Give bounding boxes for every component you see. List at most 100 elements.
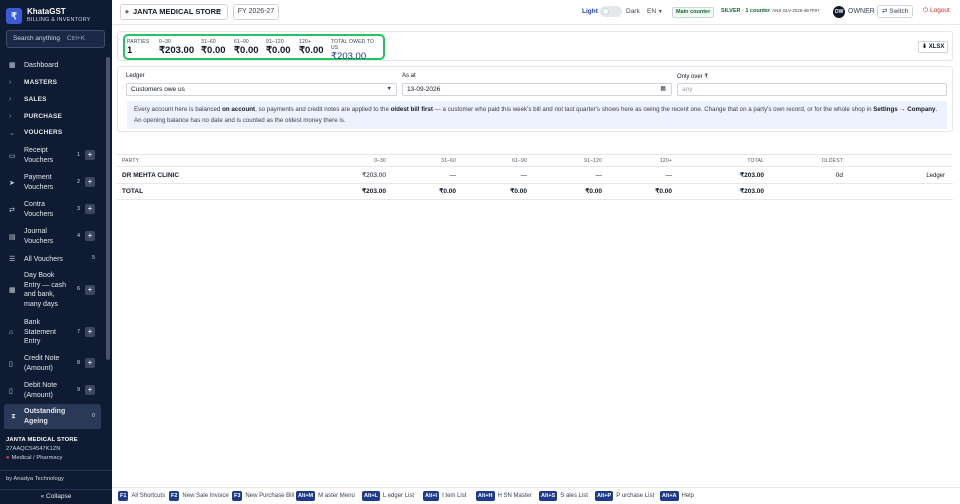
shortcut-key: Alt+P bbox=[595, 491, 614, 501]
sidebar-item-receipt-vouchers[interactable]: ▭ Receipt Vouchers 1 + bbox=[0, 145, 104, 167]
sidebar-item-shortcut: 2 bbox=[77, 179, 81, 185]
sidebar-item-contra-vouchers[interactable]: ⇄ Contra Vouchers 3 + bbox=[0, 199, 104, 221]
shortcut-key: F2 bbox=[169, 491, 180, 501]
col-91-120: 91–120 bbox=[584, 158, 602, 164]
oldest-days: 0d bbox=[835, 172, 843, 179]
shortcut-sales-list[interactable]: Alt+S S ales List bbox=[539, 491, 588, 501]
theme-toggle[interactable] bbox=[600, 6, 622, 17]
sidebar-item-credit-note[interactable]: ▯ Credit Note (Amount) 8 + bbox=[0, 353, 104, 375]
shortcut-new-purchase-bill[interactable]: F3 New Purchase Bill bbox=[232, 491, 294, 501]
logout-button[interactable]: ⏻ Logout bbox=[920, 5, 953, 18]
shortcut-label: Help bbox=[681, 493, 694, 499]
language-selector[interactable]: EN ▼ bbox=[647, 6, 667, 18]
party-name: DR MEHTA CLINIC bbox=[122, 172, 180, 179]
total-31-60: ₹0.00 bbox=[439, 188, 456, 195]
sidebar-item-dashboard[interactable]: ▦ Dashboard bbox=[0, 60, 104, 72]
add-journal-voucher-button[interactable]: + bbox=[85, 231, 95, 241]
payment-icon: ➤ bbox=[9, 180, 15, 187]
sidebar-item-label: Contra Vouchers bbox=[24, 201, 54, 218]
add-payment-voucher-button[interactable]: + bbox=[85, 177, 95, 187]
calendar-icon: ▦ bbox=[660, 86, 666, 92]
sidebar-item-payment-vouchers[interactable]: ➤ Payment Vouchers 2 + bbox=[0, 172, 104, 194]
shortcut-key: Alt+L bbox=[362, 491, 380, 501]
info-emphasis: oldest bill first bbox=[390, 106, 433, 113]
sidebar-item-shortcut: 9 bbox=[77, 387, 81, 393]
add-day-book-entry-button[interactable]: + bbox=[85, 285, 95, 295]
add-debit-note-button[interactable]: + bbox=[85, 385, 95, 395]
shortcut-purchase-list[interactable]: Alt+P P urchase List bbox=[595, 491, 654, 501]
table-row[interactable]: DR MEHTA CLINIC ₹203.00 — — — — ₹203.00 … bbox=[117, 168, 953, 184]
sidebar-item-debit-note[interactable]: ▯ Debit Note (Amount) 9 + bbox=[0, 380, 104, 402]
theme-light-label[interactable]: Light bbox=[582, 8, 598, 15]
store-selector[interactable]: ◆ JANTA MEDICAL STORE ▼ bbox=[120, 4, 228, 20]
summary-bucket-61-90: 61–90 ₹0.00 bbox=[234, 39, 259, 56]
bucket-91-120: — bbox=[595, 172, 603, 179]
store-dot-icon: ◆ bbox=[125, 9, 129, 15]
total-0-30: ₹203.00 bbox=[361, 188, 386, 195]
sidebar-section-sales[interactable]: › SALES bbox=[0, 94, 104, 106]
theme-dark-label[interactable]: Dark bbox=[626, 8, 640, 15]
col-oldest: OLDEST bbox=[821, 158, 843, 164]
shortcut-ledger-list[interactable]: Alt+L L edger List bbox=[362, 491, 414, 501]
col-party: PARTY bbox=[122, 158, 140, 164]
logout-label: Logout bbox=[929, 7, 950, 14]
shortcut-item-list[interactable]: Alt+I I tem List bbox=[423, 491, 466, 501]
sidebar-item-bank-statement-entry[interactable]: ⌂ Bank Statement Entry 7 + bbox=[0, 318, 104, 348]
brand[interactable]: ₹ KhataGST BILLING & INVENTORY bbox=[6, 6, 112, 28]
store-type: ● Medical / Pharmacy bbox=[6, 455, 110, 461]
sidebar-item-shortcut: 0 bbox=[92, 413, 96, 419]
shortcut-label: H SN Master bbox=[497, 493, 532, 499]
counter-badge: Main counter bbox=[672, 7, 715, 18]
sidebar-section-purchase[interactable]: › PURCHASE bbox=[0, 111, 104, 123]
sidebar-item-all-vouchers[interactable]: ☰ All Vouchers 5 bbox=[0, 253, 104, 265]
summary-value: ₹0.00 bbox=[234, 45, 259, 56]
only-over-input[interactable]: any bbox=[677, 83, 947, 96]
ageing-summary-bar: PARTIES 1 0–30 ₹203.00 31–60 ₹0.00 61–90… bbox=[117, 31, 953, 62]
add-receipt-voucher-button[interactable]: + bbox=[85, 150, 95, 160]
store-selector-label: JANTA MEDICAL STORE bbox=[133, 7, 222, 16]
list-icon: ☰ bbox=[9, 256, 16, 263]
add-bank-statement-entry-button[interactable]: + bbox=[85, 327, 95, 337]
col-61-90: 61–90 bbox=[512, 158, 527, 164]
ledger-select-value: Customers owe us bbox=[131, 86, 185, 93]
contra-swap-icon: ⇄ bbox=[9, 207, 15, 214]
sidebar-section-vouchers[interactable]: ⌄ VOUCHERS bbox=[0, 127, 104, 139]
summary-value: ₹203.00 bbox=[159, 45, 195, 56]
summary-parties: PARTIES 1 bbox=[127, 39, 149, 56]
vendor-byline: by Anadya Technology bbox=[6, 476, 64, 482]
receipt-icon: ▭ bbox=[9, 153, 16, 160]
sidebar-scrollbar[interactable] bbox=[106, 57, 110, 360]
financial-year-selector[interactable]: FY 2026-27 bbox=[233, 4, 279, 20]
col-120-plus: 120+ bbox=[659, 158, 672, 164]
as-at-date-value: 13-09-2026 bbox=[407, 86, 441, 93]
switch-user-button[interactable]: ⇄ Switch bbox=[877, 5, 914, 18]
info-settings-link[interactable]: Settings → Company bbox=[873, 106, 935, 113]
shortcut-master-menu[interactable]: Alt+M M aster Menu bbox=[296, 491, 355, 501]
export-xlsx-button[interactable]: ⬇ XLSX bbox=[918, 41, 949, 53]
open-ledger-link[interactable]: Ledger bbox=[895, 168, 945, 184]
shortcut-hsn-master[interactable]: Alt+H H SN Master bbox=[476, 491, 532, 501]
sidebar-item-outstanding-ageing[interactable]: ⧗ Outstanding Ageing 0 bbox=[4, 404, 101, 429]
info-text: , so payments and credit notes are appli… bbox=[255, 106, 391, 113]
sidebar-item-journal-vouchers[interactable]: ▤ Journal Vouchers 4 + bbox=[0, 226, 104, 248]
shortcut-help[interactable]: Alt+A Help bbox=[660, 491, 694, 501]
summary-value: ₹0.00 bbox=[201, 45, 226, 56]
summary-label: TOTAL OWED TO US bbox=[331, 39, 375, 51]
dashboard-icon: ▦ bbox=[9, 62, 16, 69]
chevron-right-icon: › bbox=[9, 96, 12, 103]
store-type-label: Medical / Pharmacy bbox=[11, 455, 63, 461]
shortcut-all[interactable]: F1 All Shortcuts bbox=[118, 491, 165, 501]
shortcut-label: S ales List bbox=[560, 493, 588, 499]
add-contra-voucher-button[interactable]: + bbox=[85, 204, 95, 214]
sidebar-item-day-book-entry[interactable]: ▦ Day Book Entry — cash and bank, many d… bbox=[0, 270, 104, 312]
add-credit-note-button[interactable]: + bbox=[85, 358, 95, 368]
search-input[interactable]: Search anything Ctrl+K bbox=[6, 30, 105, 48]
shortcut-new-sale-invoice[interactable]: F2 New Sale Invoice bbox=[169, 491, 229, 501]
collapse-sidebar-button[interactable]: « Collapse bbox=[0, 489, 112, 504]
sidebar-item-label: Bank Statement Entry bbox=[24, 319, 56, 345]
as-at-date-input[interactable]: 13-09-2026 ▦ bbox=[402, 83, 672, 96]
sidebar-nav: ▦ Dashboard › MASTERS › SALES › PURCHASE… bbox=[0, 57, 104, 429]
rupee-logo-icon: ₹ bbox=[6, 8, 22, 24]
ledger-select[interactable]: Customers owe us ▼ bbox=[126, 83, 397, 96]
sidebar-section-masters[interactable]: › MASTERS bbox=[0, 77, 104, 89]
